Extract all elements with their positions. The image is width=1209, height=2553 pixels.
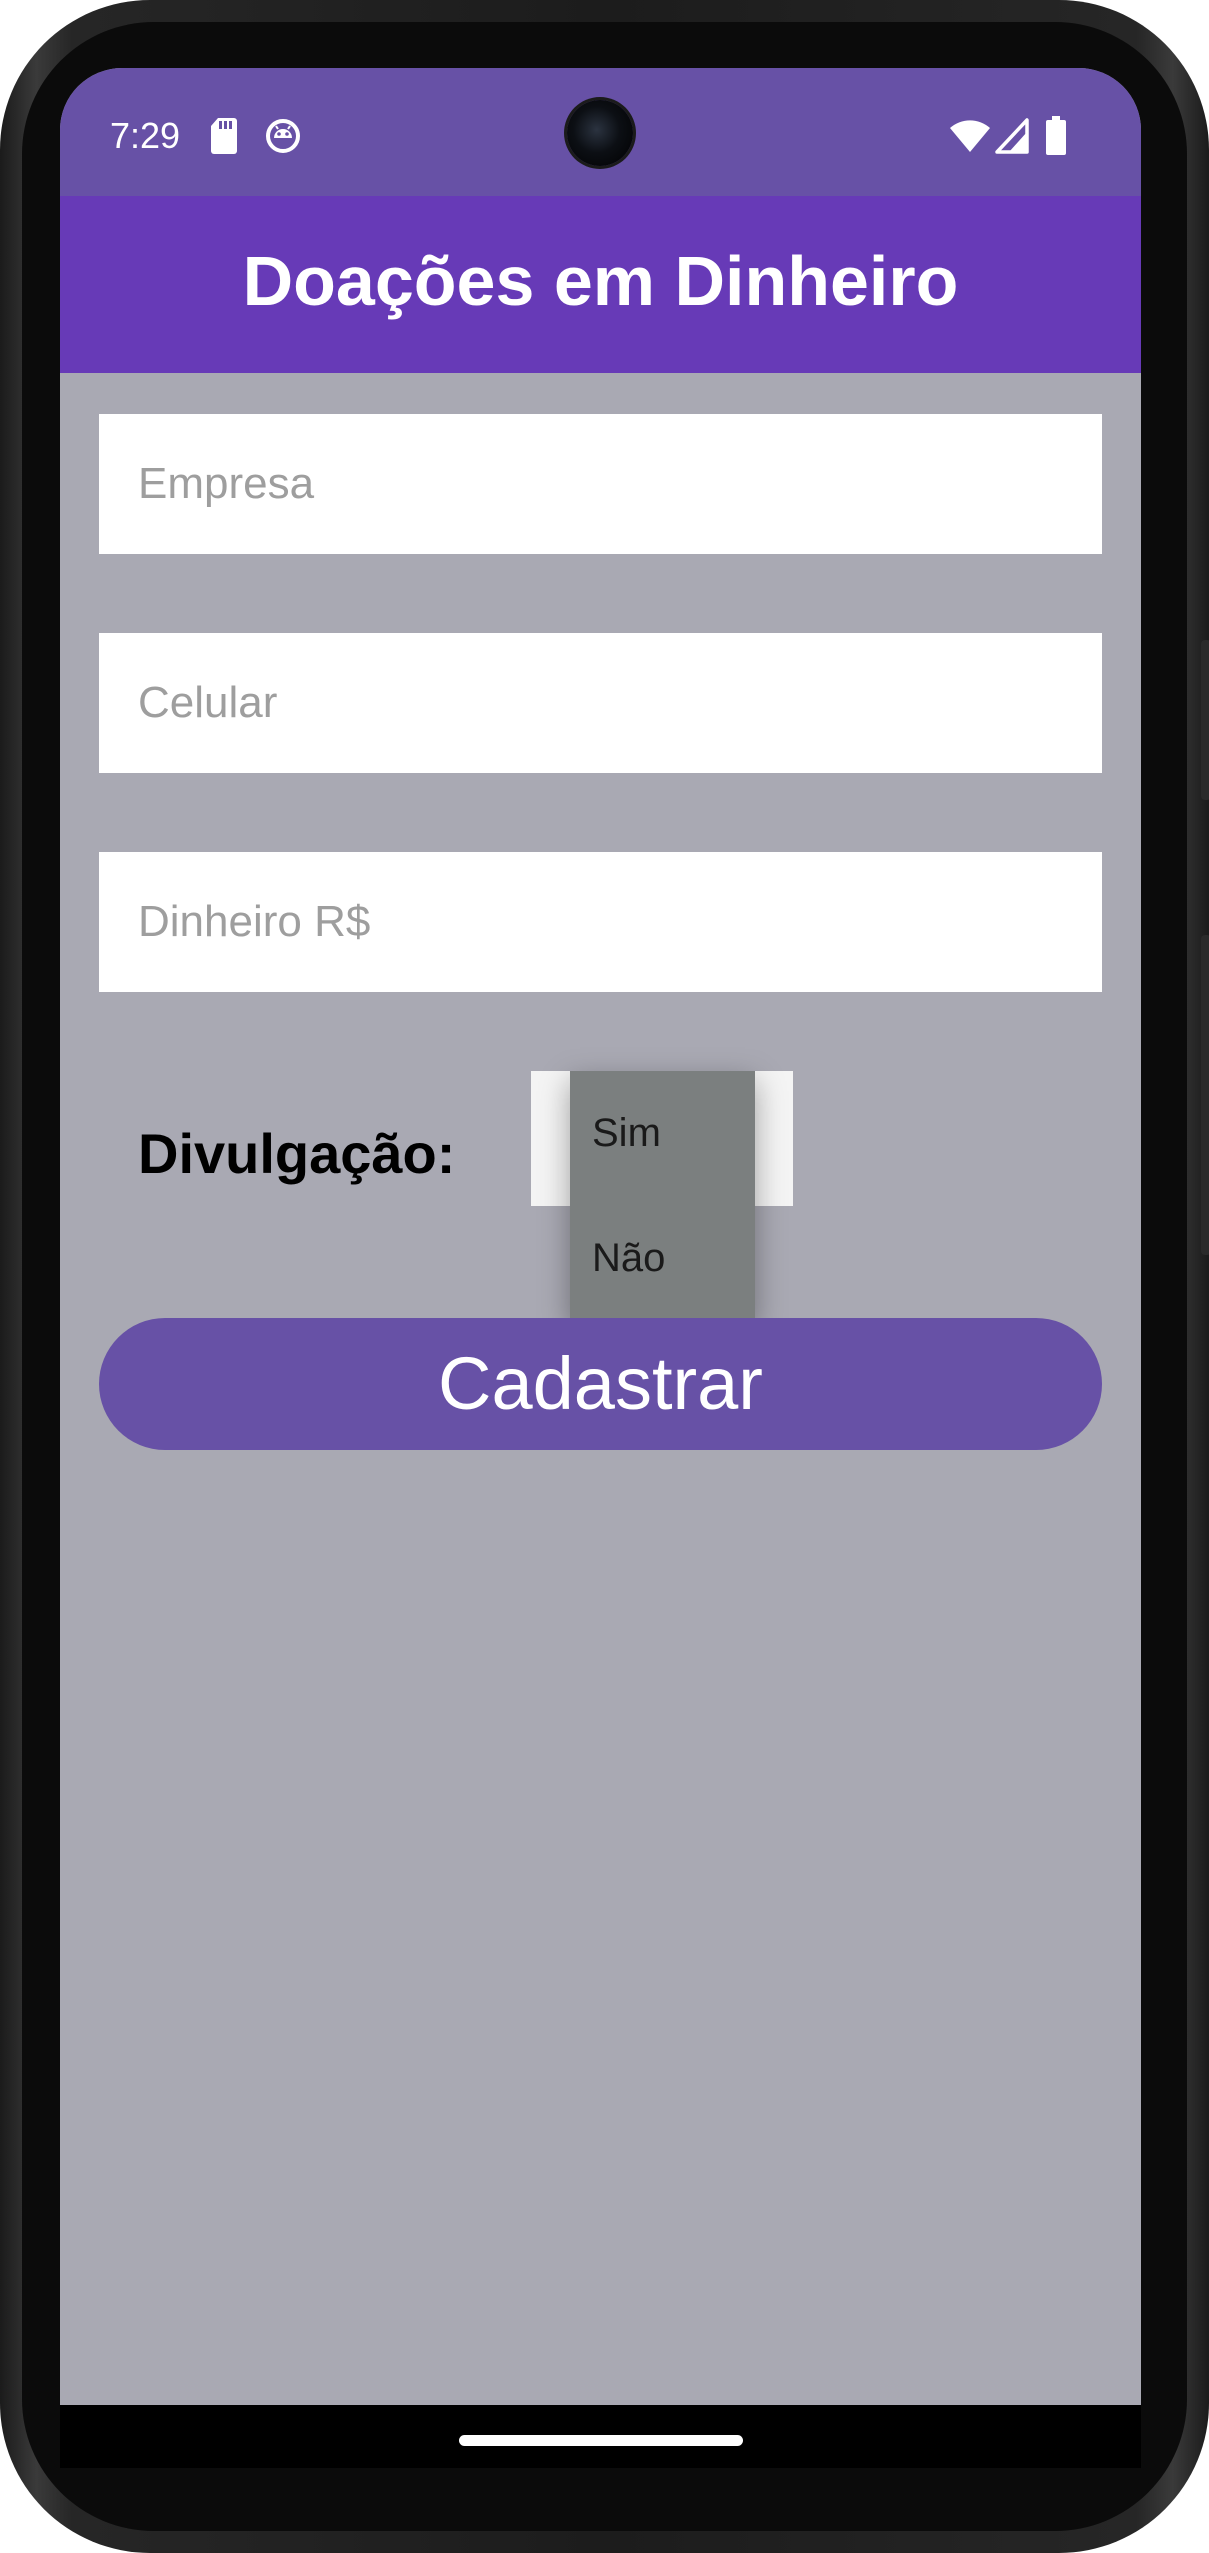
celular-input[interactable] [99, 633, 1102, 773]
android-debug-icon [266, 119, 300, 153]
sd-card-icon [211, 118, 237, 154]
dropdown-option-sim[interactable]: Sim [570, 1071, 755, 1196]
navigation-bar [60, 2405, 1141, 2468]
home-gesture-handle[interactable] [459, 2435, 743, 2446]
status-bar: 7:29 [60, 68, 1141, 196]
dropdown-option-nao[interactable]: Não [570, 1196, 755, 1321]
battery-icon [1046, 116, 1066, 155]
page-title: Doações em Dinheiro [242, 242, 959, 320]
divulgacao-label: Divulgação: [138, 1122, 456, 1185]
divulgacao-dropdown: Sim Não [570, 1071, 755, 1321]
app-bar: Doações em Dinheiro [60, 196, 1141, 373]
wifi-icon [950, 120, 990, 152]
volume-button [1201, 640, 1209, 800]
status-time: 7:29 [110, 115, 181, 156]
power-button [1201, 935, 1209, 1255]
cell-signal-icon [995, 118, 1029, 154]
dinheiro-input[interactable] [99, 852, 1102, 992]
front-camera [567, 100, 633, 166]
cadastrar-button[interactable]: Cadastrar [99, 1318, 1102, 1450]
phone-frame: 7:29 Doações em Dinheiro Empresa Celular… [0, 0, 1209, 2553]
screen: 7:29 Doações em Dinheiro Empresa Celular… [60, 68, 1141, 2468]
empresa-input[interactable] [99, 414, 1102, 554]
